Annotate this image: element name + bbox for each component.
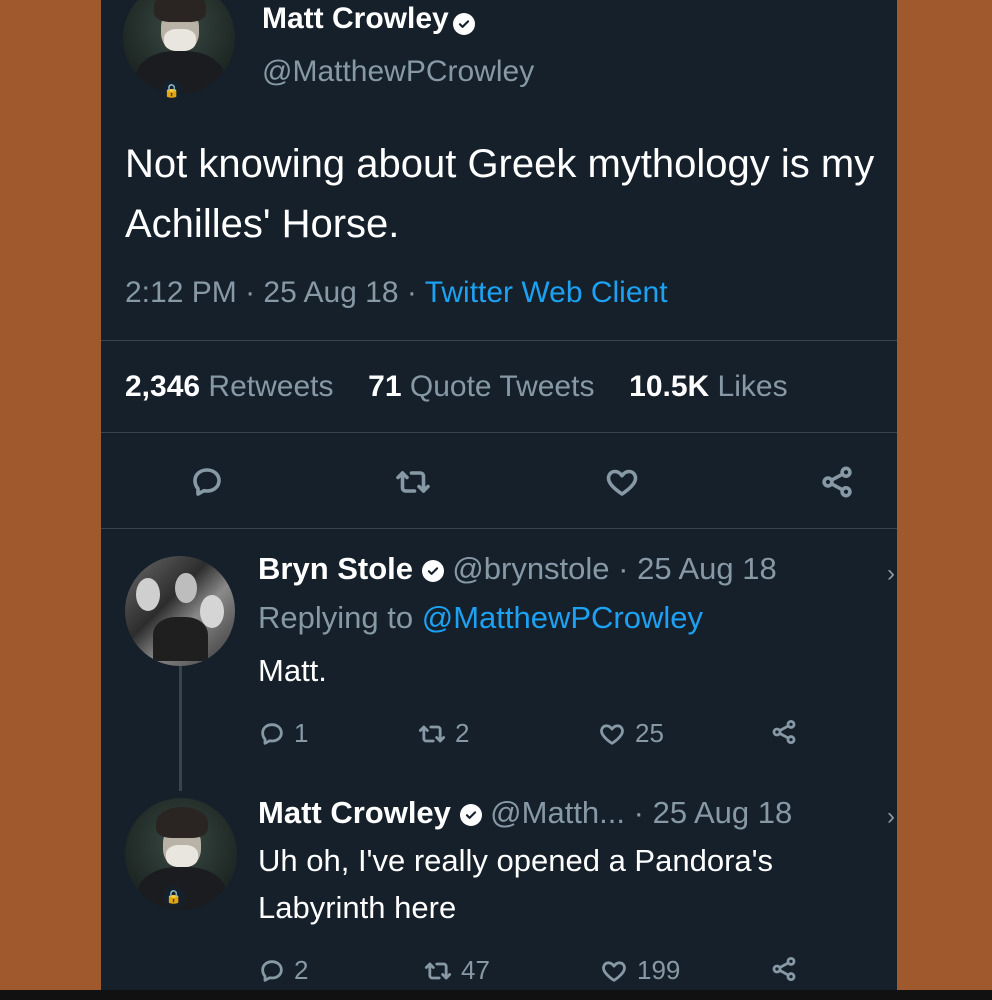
author-header: Matt Crowley <box>262 2 476 36</box>
like-count: 25 <box>635 718 664 748</box>
share-icon <box>772 956 796 982</box>
reply-header: Matt Crowley @Matth... · 25 Aug 18 <box>258 795 793 830</box>
divider <box>101 340 897 341</box>
retweet-icon <box>396 471 430 493</box>
tweet-stats: 2,346 Retweets 71 Quote Tweets 10.5K Lik… <box>125 370 788 404</box>
lock-icon: 🔒 <box>163 886 185 908</box>
heart-icon <box>602 960 626 982</box>
retweet-icon <box>424 962 452 979</box>
author-name[interactable]: Matt Crowley <box>262 2 449 35</box>
chevron-down-icon[interactable]: › <box>887 803 895 831</box>
avatar[interactable] <box>123 0 235 94</box>
like-button[interactable]: 25 <box>597 718 664 749</box>
heart-icon <box>606 469 638 496</box>
reply-author-handle[interactable]: @Matth... <box>490 795 625 830</box>
reply-button[interactable] <box>185 460 229 504</box>
retweet-icon <box>418 725 446 742</box>
tweet-card: 🔒 Matt Crowley @MatthewPCrowley Not know… <box>101 0 897 1000</box>
lock-icon: 🔒 <box>161 80 183 102</box>
share-button[interactable] <box>815 460 859 504</box>
verified-badge-icon <box>453 12 476 35</box>
reply-count: 1 <box>294 718 309 748</box>
retweets-stat[interactable]: 2,346 Retweets <box>125 370 333 403</box>
reply-text: Matt. <box>258 653 327 688</box>
reply-count: 2 <box>294 955 309 985</box>
tweet-source-link[interactable]: Twitter Web Client <box>425 276 668 309</box>
like-button[interactable]: 199 <box>599 955 680 986</box>
bottom-bar <box>0 990 992 1000</box>
share-button[interactable] <box>769 718 799 746</box>
replying-to: Replying to @MatthewPCrowley <box>258 600 703 635</box>
reply-date[interactable]: 25 Aug 18 <box>653 795 793 830</box>
replying-to-link[interactable]: @MatthewPCrowley <box>422 600 703 635</box>
reply-header: Bryn Stole @brynstole · 25 Aug 18 <box>258 551 777 586</box>
retweet-count: 47 <box>461 955 490 985</box>
reply-icon <box>261 959 283 982</box>
verified-badge-icon <box>459 803 482 826</box>
retweet-button[interactable] <box>391 460 435 504</box>
heart-icon <box>600 723 624 745</box>
tweet-time[interactable]: 2:12 PM <box>125 276 237 309</box>
share-icon <box>772 719 796 745</box>
divider <box>101 432 897 433</box>
chevron-down-icon[interactable]: › <box>887 560 895 588</box>
tweet-text: Not knowing about Greek mythology is my … <box>125 142 875 246</box>
retweet-button[interactable]: 2 <box>417 718 469 749</box>
tweet-meta: 2:12 PM · 25 Aug 18 · Twitter Web Client <box>125 276 668 309</box>
divider <box>101 528 897 529</box>
reply-author-name[interactable]: Bryn Stole <box>258 551 413 586</box>
reply-button[interactable]: 2 <box>258 955 308 986</box>
reply-button[interactable]: 1 <box>258 718 308 749</box>
share-button[interactable] <box>769 955 799 983</box>
reply-author-name[interactable]: Matt Crowley <box>258 795 451 830</box>
retweet-button[interactable]: 47 <box>423 955 490 986</box>
reply-text-line: Uh oh, I've really opened a Pandora's <box>258 843 774 878</box>
reply-icon <box>261 722 283 745</box>
thread-line <box>179 666 182 791</box>
reply-text-line: Labyrinth here <box>258 890 457 925</box>
reply-date[interactable]: 25 Aug 18 <box>637 551 777 586</box>
likes-stat[interactable]: 10.5K Likes <box>629 370 787 403</box>
verified-badge-icon <box>421 559 444 582</box>
share-icon <box>822 466 852 498</box>
quote-tweets-stat[interactable]: 71 Quote Tweets <box>368 370 594 403</box>
tweet-date[interactable]: 25 Aug 18 <box>263 276 398 309</box>
like-count: 199 <box>637 955 681 985</box>
retweet-count: 2 <box>455 718 470 748</box>
avatar[interactable] <box>125 556 235 666</box>
reply-icon <box>193 468 221 496</box>
reply-author-handle[interactable]: @brynstole <box>452 551 609 586</box>
like-button[interactable] <box>600 460 644 504</box>
author-handle[interactable]: @MatthewPCrowley <box>262 55 534 89</box>
